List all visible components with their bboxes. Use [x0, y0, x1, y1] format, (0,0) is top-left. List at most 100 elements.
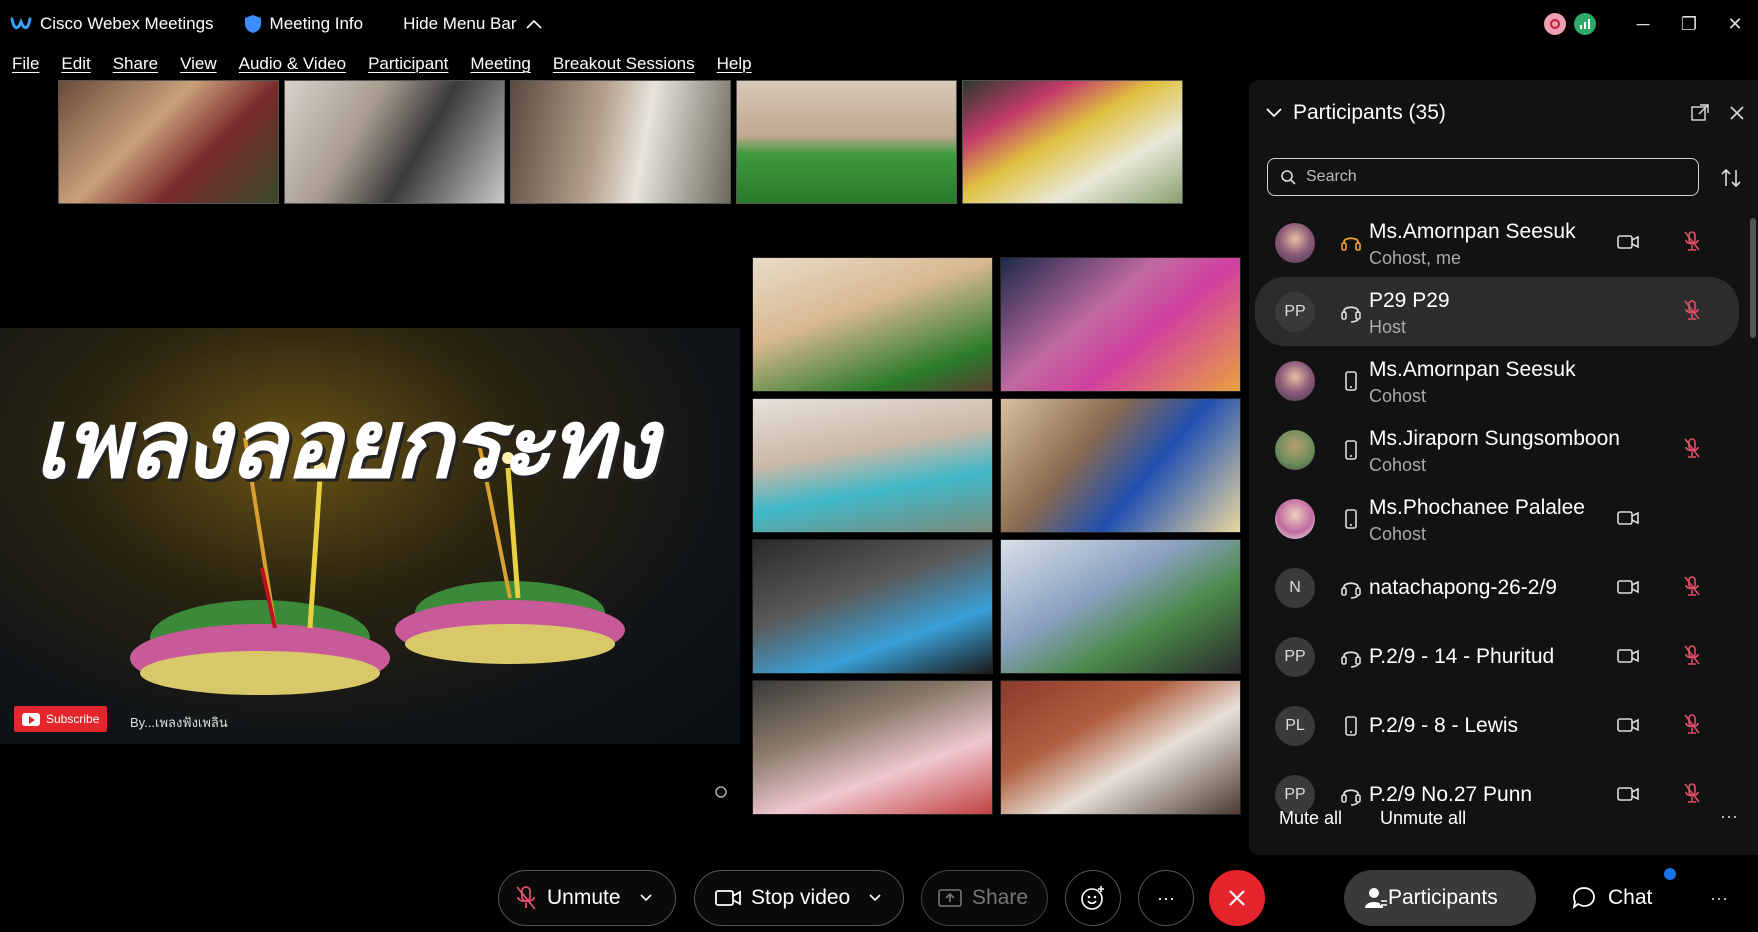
leave-meeting-button[interactable]: [1209, 870, 1265, 926]
shared-content: เพลงลอยกระทง Subscribe By...เพลงฟังเพลิน: [0, 328, 740, 744]
overflow-menu-button[interactable]: ···: [1710, 888, 1728, 909]
search-input[interactable]: [1306, 168, 1686, 186]
share-screen-icon: [938, 889, 962, 907]
avatar: PP: [1275, 637, 1315, 677]
popout-icon[interactable]: [1691, 104, 1709, 122]
control-bar: Unmute Stop video Share ··· Participants…: [0, 862, 1758, 932]
muted-mic-icon[interactable]: [1683, 230, 1701, 252]
participants-icon: [1365, 888, 1387, 908]
participant-row[interactable]: PP P29 P29 Host: [1255, 277, 1739, 346]
participant-row[interactable]: Nnatachapong-26-2/9: [1255, 553, 1739, 622]
smiley-icon: [1081, 886, 1104, 910]
muted-mic-icon: [516, 886, 536, 910]
menu-help[interactable]: Help: [717, 54, 752, 74]
headset-icon: [1341, 646, 1361, 668]
minimize-button[interactable]: ─: [1620, 4, 1666, 44]
participant-row[interactable]: Ms.Phochanee Palalee Cohost: [1255, 484, 1739, 553]
muted-mic-icon[interactable]: [1683, 644, 1701, 666]
video-camera-icon[interactable]: [1617, 579, 1639, 595]
menu-edit[interactable]: Edit: [61, 54, 90, 74]
participants-label: Participants: [1388, 886, 1498, 909]
menu-audio-video[interactable]: Audio & Video: [239, 54, 346, 74]
video-thumbnail[interactable]: [510, 80, 731, 204]
panel-scrollbar[interactable]: [1750, 218, 1756, 338]
menu-file[interactable]: File: [12, 54, 39, 74]
title-bar: Cisco Webex Meetings Meeting Info Hide M…: [0, 0, 1758, 48]
video-tile[interactable]: [752, 680, 993, 815]
panel-more-button[interactable]: ···: [1720, 806, 1738, 827]
video-camera-icon[interactable]: [1617, 648, 1639, 664]
close-window-button[interactable]: ✕: [1712, 4, 1758, 44]
sort-icon[interactable]: [1719, 166, 1743, 190]
unmute-button[interactable]: Unmute: [498, 870, 676, 926]
hide-menu-bar-button[interactable]: Hide Menu Bar: [403, 14, 542, 34]
more-options-button[interactable]: ···: [1138, 870, 1194, 926]
restore-button[interactable]: ❐: [1666, 4, 1712, 44]
menu-meeting[interactable]: Meeting: [470, 54, 530, 74]
participant-row[interactable]: Ms.Amornpan Seesuk Cohost, me: [1255, 208, 1739, 277]
menu-view[interactable]: View: [180, 54, 217, 74]
muted-mic-icon[interactable]: [1683, 782, 1701, 804]
muted-mic-icon[interactable]: [1683, 299, 1701, 321]
app-title: Cisco Webex Meetings: [40, 14, 214, 33]
fullscreen-icon[interactable]: [714, 785, 728, 799]
hide-menu-label: Hide Menu Bar: [403, 14, 517, 33]
share-button[interactable]: Share: [921, 870, 1048, 926]
video-thumbnail[interactable]: [736, 80, 957, 204]
main-stage: เพลงลอยกระทง Subscribe By...เพลงฟังเพลิน: [0, 215, 1245, 855]
menu-bar: File Edit Share View Audio & Video Parti…: [0, 48, 762, 80]
panel-title: Participants (35): [1293, 101, 1446, 124]
video-camera-icon[interactable]: [1617, 717, 1639, 733]
participant-row[interactable]: PL P.2/9 - 8 - Lewis: [1255, 691, 1739, 760]
avatar: [1275, 499, 1315, 539]
video-camera-icon[interactable]: [1617, 786, 1639, 802]
mute-all-button[interactable]: Mute all: [1279, 808, 1342, 829]
video-thumbnail[interactable]: [58, 80, 279, 204]
search-field[interactable]: [1267, 158, 1699, 196]
chevron-down-icon[interactable]: [1265, 107, 1283, 119]
video-tile[interactable]: [752, 539, 993, 674]
chat-bubble-icon: [1572, 887, 1595, 910]
subscribe-label: Subscribe: [46, 712, 100, 726]
participant-name: Ms.Jiraporn Sungsomboon: [1369, 427, 1620, 450]
meeting-info-button[interactable]: Meeting Info: [244, 14, 363, 34]
participant-name: Ms.Amornpan Seesuk: [1369, 220, 1576, 243]
unmute-all-button[interactable]: Unmute all: [1380, 808, 1466, 829]
chevron-down-icon[interactable]: [868, 893, 882, 903]
video-tile[interactable]: [752, 398, 993, 533]
video-camera-icon[interactable]: [1617, 234, 1639, 250]
video-tile[interactable]: [1000, 398, 1241, 533]
video-filmstrip: [58, 80, 1183, 204]
close-icon[interactable]: [1729, 105, 1745, 121]
menu-breakout-sessions[interactable]: Breakout Sessions: [553, 54, 695, 74]
participant-row[interactable]: Ms.Jiraporn Sungsomboon Cohost: [1255, 415, 1739, 484]
video-camera-icon: [715, 890, 741, 906]
muted-mic-icon[interactable]: [1683, 713, 1701, 735]
avatar: PP: [1275, 292, 1315, 332]
chat-button[interactable]: Chat: [1572, 870, 1652, 926]
chevron-down-icon[interactable]: [639, 893, 653, 903]
participants-button[interactable]: Participants: [1344, 870, 1536, 926]
participant-name: P.2/9 - 14 - Phuritud: [1369, 645, 1555, 668]
muted-mic-icon[interactable]: [1683, 575, 1701, 597]
participant-row[interactable]: PP P.2/9 - 14 - Phuritud: [1255, 622, 1739, 691]
network-health-icon[interactable]: [1574, 13, 1596, 35]
avatar: [1275, 430, 1315, 470]
video-thumbnail[interactable]: [962, 80, 1183, 204]
muted-mic-icon[interactable]: [1683, 437, 1701, 459]
menu-share[interactable]: Share: [113, 54, 158, 74]
video-camera-icon[interactable]: [1617, 510, 1639, 526]
avatar: [1275, 223, 1315, 263]
phone-icon: [1341, 508, 1361, 530]
reactions-button[interactable]: [1065, 870, 1121, 926]
video-tile[interactable]: [1000, 680, 1241, 815]
menu-participant[interactable]: Participant: [368, 54, 448, 74]
video-tile[interactable]: [1000, 539, 1241, 674]
video-tile[interactable]: [752, 257, 993, 392]
video-tile[interactable]: [1000, 257, 1241, 392]
recording-status-icon[interactable]: [1544, 13, 1566, 35]
participant-row[interactable]: Ms.Amornpan Seesuk Cohost: [1255, 346, 1739, 415]
video-thumbnail[interactable]: [284, 80, 505, 204]
participants-list: Ms.Amornpan Seesuk Cohost, me PP P29 P29 Hos…: [1249, 208, 1743, 878]
stop-video-button[interactable]: Stop video: [694, 870, 904, 926]
